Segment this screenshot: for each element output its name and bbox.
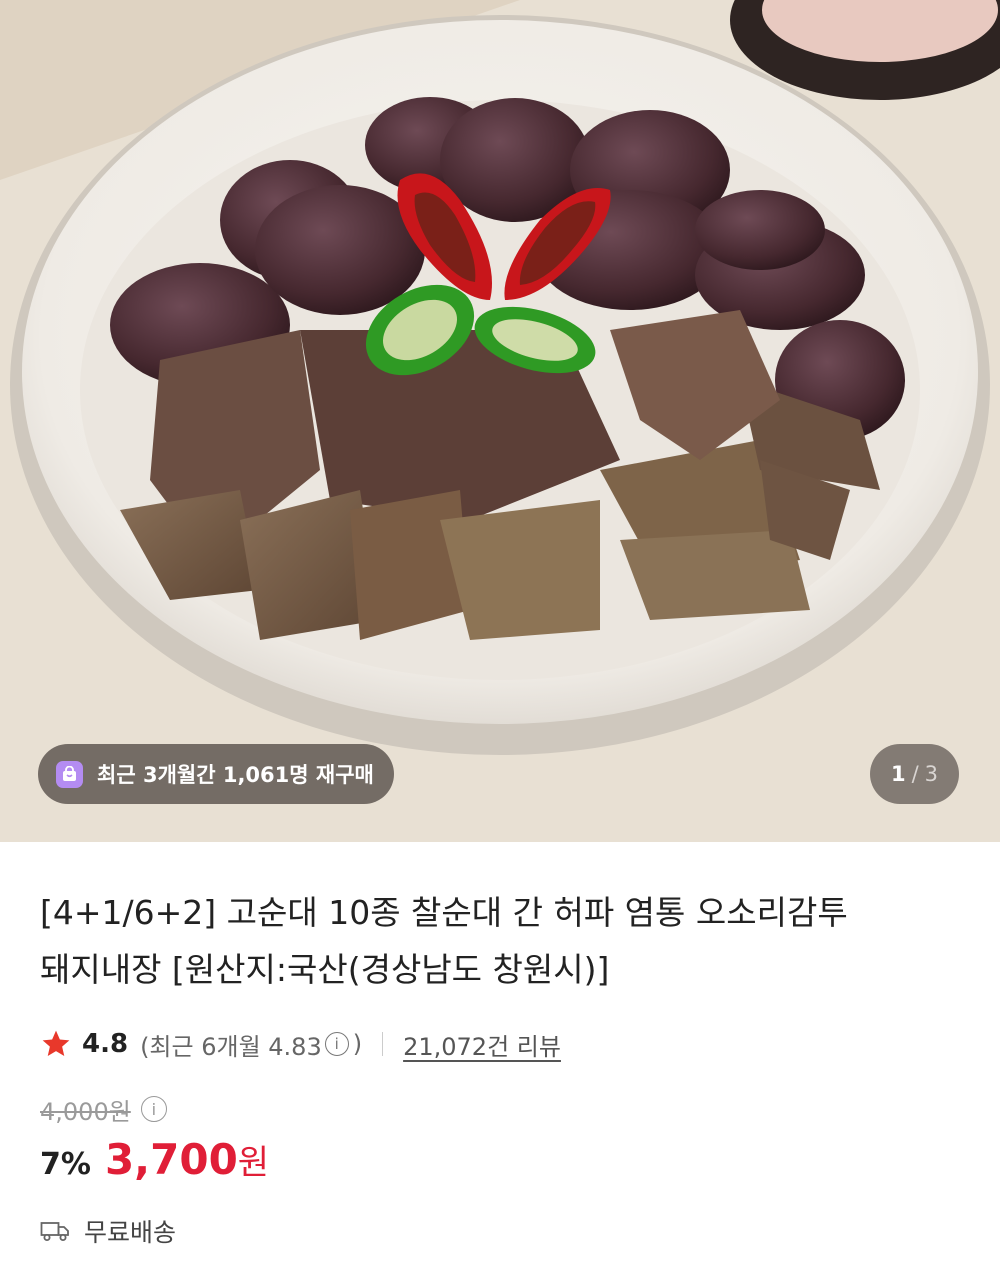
sale-price-currency: 원 (237, 1143, 270, 1183)
rating-info-icon[interactable]: i (324, 1032, 349, 1056)
shopping-bag-icon (56, 760, 83, 788)
product-image-carousel[interactable]: 최근 3개월간 1,061명 재구매 1 / 3 (0, 0, 1000, 842)
rebuy-badge: 최근 3개월간 1,061명 재구매 (38, 744, 394, 804)
rating-row: 4.8 (최근 6개월 4.83 i ) 21,072건 리뷰 (40, 1024, 960, 1064)
original-price-row: 4,000원 i (40, 1089, 960, 1129)
rating-recent-close: ) (352, 1030, 363, 1058)
discount-rate: 7% (40, 1147, 91, 1182)
price-info-icon[interactable]: i (140, 1096, 167, 1122)
rating-recent-label: (최근 6개월 4.83 (140, 1032, 322, 1061)
truck-icon (40, 1222, 69, 1241)
original-price: 4,000원 (40, 1097, 131, 1126)
product-title-line1: [4+1/6+2] 고순대 10종 찰순대 간 허파 염통 오소리감투 (40, 893, 848, 932)
image-counter-total: 3 (924, 762, 939, 786)
sale-price: 3,700 (104, 1135, 238, 1184)
product-photo (0, 0, 1000, 842)
shipping-label: 무료배송 (84, 1218, 177, 1247)
rating-divider (382, 1032, 384, 1056)
sale-price-row: 7% 3,700 원 (40, 1135, 960, 1191)
product-info: [4+1/6+2] 고순대 10종 찰순대 간 허파 염통 오소리감투 돼지내장… (0, 884, 1000, 1253)
product-title: [4+1/6+2] 고순대 10종 찰순대 간 허파 염통 오소리감투 돼지내장… (40, 884, 960, 998)
star-icon (42, 1030, 70, 1056)
rebuy-badge-text: 최근 3개월간 1,061명 재구매 (97, 763, 374, 787)
image-counter-separator: / (911, 762, 919, 786)
product-title-line2: 돼지내장 [원산지:국산(경상남도 창원시)] (40, 950, 610, 989)
shipping-row: 무료배송 (40, 1209, 960, 1253)
image-counter-current: 1 (890, 762, 906, 786)
rating-score: 4.8 (82, 1029, 129, 1059)
image-counter: 1 / 3 (870, 744, 959, 804)
review-count-link[interactable]: 21,072건 리뷰 (403, 1027, 561, 1062)
